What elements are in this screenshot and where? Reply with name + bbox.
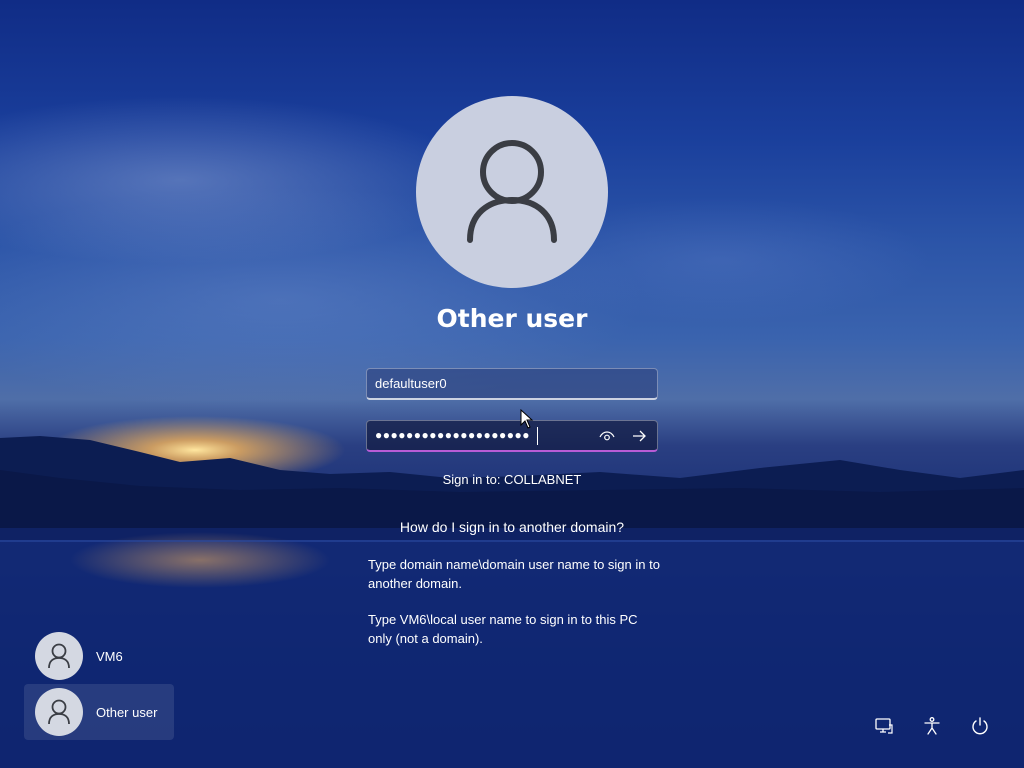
eye-icon[interactable] xyxy=(599,429,615,443)
person-icon xyxy=(467,140,557,243)
username-field[interactable]: defaultuser0 xyxy=(366,368,658,400)
accessibility-icon xyxy=(924,717,940,735)
power-icon xyxy=(972,717,988,735)
other-domain-help-link[interactable]: How do I sign in to another domain? xyxy=(312,519,712,535)
username-value: defaultuser0 xyxy=(375,376,447,391)
user-tile-other-user[interactable]: Other user xyxy=(24,684,174,740)
help-paragraph-domain: Type domain name\domain user name to sig… xyxy=(368,557,660,591)
user-tile-name: Other user xyxy=(96,705,158,720)
user-display-name: Other user xyxy=(436,304,588,333)
help-paragraph-local: Type VM6\local user name to sign in to t… xyxy=(368,612,638,646)
user-tile-name: VM6 xyxy=(96,649,123,664)
text-caret xyxy=(537,427,538,445)
power-button[interactable] xyxy=(968,714,992,738)
accessibility-button[interactable] xyxy=(920,714,944,738)
network-button[interactable] xyxy=(872,714,896,738)
user-avatar xyxy=(416,96,608,288)
avatar xyxy=(35,632,83,680)
password-field[interactable]: ●●●●●●●●●●●●●●●●●●●● xyxy=(366,420,658,452)
avatar xyxy=(35,688,83,736)
user-tile-vm6[interactable]: VM6 xyxy=(24,628,174,684)
person-icon xyxy=(48,643,70,669)
password-masked-value: ●●●●●●●●●●●●●●●●●●●● xyxy=(375,428,530,442)
person-icon xyxy=(48,699,70,725)
mouse-cursor-icon xyxy=(520,409,534,429)
network-icon xyxy=(875,718,893,734)
sign-in-domain-label: Sign in to: COLLABNET xyxy=(442,472,582,487)
arrow-right-icon[interactable] xyxy=(631,429,647,443)
